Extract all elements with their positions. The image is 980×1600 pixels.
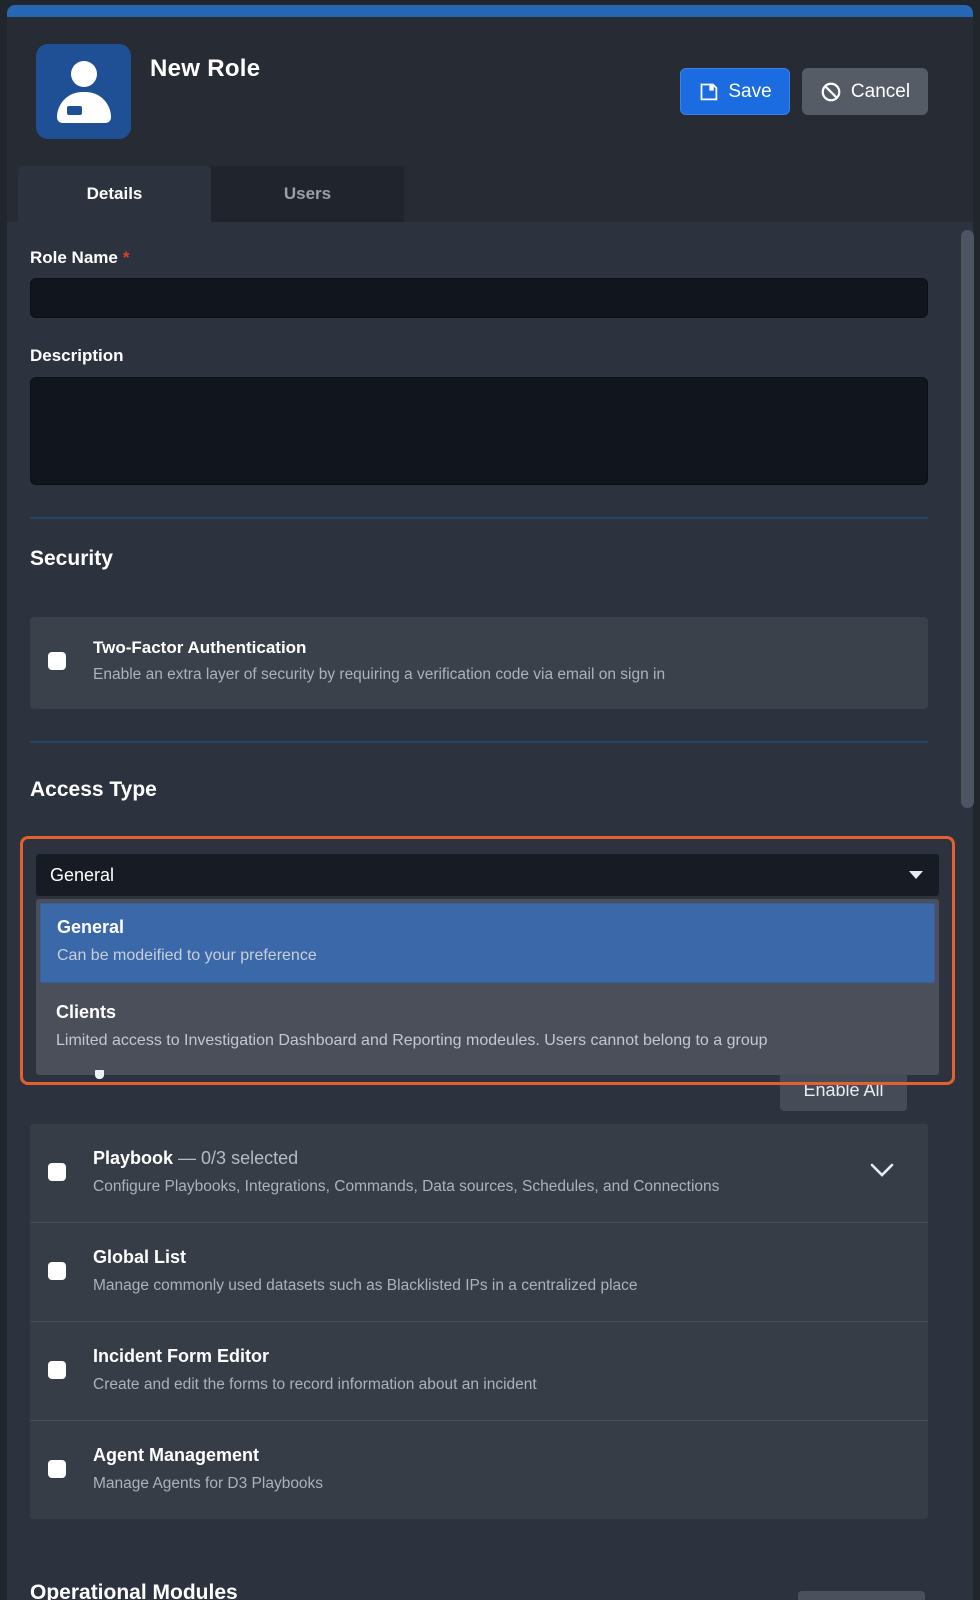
module-title: Playbook <box>93 1148 173 1168</box>
two-factor-description: Enable an extra layer of security by req… <box>93 666 665 684</box>
module-description: Create and edit the forms to record info… <box>93 1376 910 1394</box>
two-factor-title: Two-Factor Authentication <box>93 638 665 658</box>
module-row-agent-management: Agent Management Manage Agents for D3 Pl… <box>30 1420 928 1519</box>
option-clients[interactable]: Clients Limited access to Investigation … <box>40 983 935 1073</box>
playbook-checkbox[interactable] <box>48 1163 66 1181</box>
description-label: Description <box>30 346 928 366</box>
divider <box>30 741 928 743</box>
role-name-label: Role Name* <box>30 248 928 268</box>
global-list-checkbox[interactable] <box>48 1262 66 1280</box>
top-accent-bar <box>7 5 973 17</box>
module-selected-count: — 0/3 selected <box>178 1148 298 1168</box>
module-row-global-list: Global List Manage commonly used dataset… <box>30 1222 928 1321</box>
operational-modules-heading: Operational Modules <box>30 1581 928 1600</box>
two-factor-card: Two-Factor Authentication Enable an extr… <box>30 617 928 709</box>
system-modules-list: Playbook — 0/3 selected Configure Playbo… <box>30 1124 928 1519</box>
access-type-heading: Access Type <box>30 778 928 802</box>
divider <box>30 517 928 519</box>
option-general[interactable]: General Can be modeified to your prefere… <box>40 903 935 983</box>
page-title: New Role <box>150 55 260 83</box>
access-type-options-list: General Can be modeified to your prefere… <box>36 899 939 1075</box>
role-avatar <box>36 44 131 139</box>
tab-bar: Details Users <box>7 166 973 222</box>
module-title: Agent Management <box>93 1445 910 1466</box>
operational-modules-section: Operational Modules Enable All <box>30 1581 928 1600</box>
access-type-select[interactable]: General <box>36 854 939 896</box>
cancel-slash-icon <box>820 81 842 103</box>
module-description: Configure Playbooks, Integrations, Comma… <box>93 1178 856 1196</box>
access-type-selected-value: General <box>50 865 114 886</box>
agent-management-checkbox[interactable] <box>48 1460 66 1478</box>
required-asterisk: * <box>123 248 130 267</box>
role-name-input[interactable] <box>30 278 928 318</box>
save-button[interactable]: Save <box>680 68 790 115</box>
dialog-header: New Role Save Cancel <box>7 17 973 166</box>
module-title: Global List <box>93 1247 910 1268</box>
module-description: Manage commonly used datasets such as Bl… <box>93 1277 910 1295</box>
access-type-dropdown: General General Can be modeified to your… <box>20 836 955 1085</box>
security-heading: Security <box>30 547 928 571</box>
cancel-button[interactable]: Cancel <box>802 68 928 115</box>
occluded-heading-fragment <box>95 1070 104 1079</box>
new-role-dialog: New Role Save Cancel <box>7 5 973 1600</box>
tab-details[interactable]: Details <box>18 166 211 222</box>
description-textarea[interactable] <box>30 377 928 485</box>
module-row-incident-form-editor: Incident Form Editor Create and edit the… <box>30 1321 928 1420</box>
incident-form-editor-checkbox[interactable] <box>48 1361 66 1379</box>
details-panel: Role Name* Description Security Two-Fact… <box>7 222 973 1600</box>
scrollbar-thumb[interactable] <box>961 230 974 808</box>
enable-all-button-operational[interactable]: Enable All <box>798 1591 925 1600</box>
module-title: Incident Form Editor <box>93 1346 910 1367</box>
module-row-playbook: Playbook — 0/3 selected Configure Playbo… <box>30 1124 928 1222</box>
header-actions: Save Cancel <box>680 68 928 115</box>
expand-chevron-icon[interactable] <box>870 1163 894 1182</box>
two-factor-checkbox[interactable] <box>48 652 66 670</box>
module-description: Manage Agents for D3 Playbooks <box>93 1475 910 1493</box>
save-floppy-icon <box>698 81 719 102</box>
chevron-down-icon <box>909 871 923 879</box>
tab-users[interactable]: Users <box>211 166 404 222</box>
